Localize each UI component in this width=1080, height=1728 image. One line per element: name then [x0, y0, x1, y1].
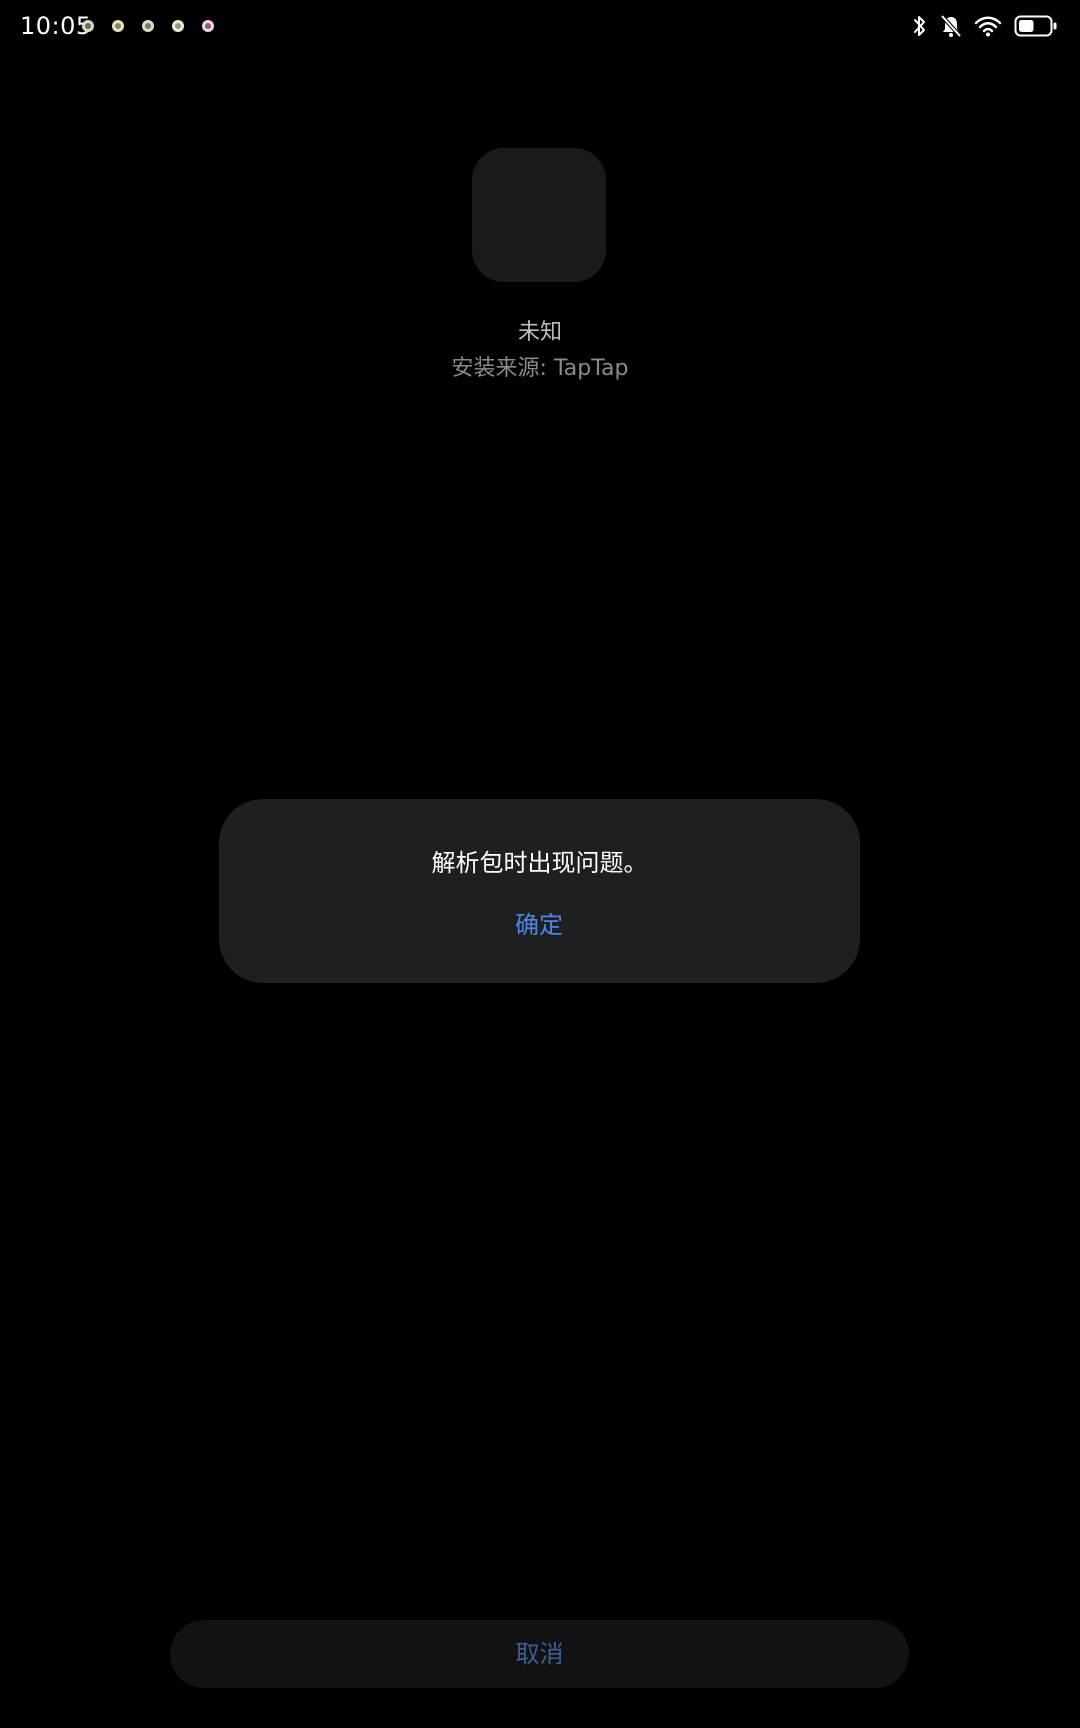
status-right-icons — [912, 14, 1058, 38]
installer-screen: 10:05 未知 安装来源: TapTap 解析包时出现问题。 确定 取消 — [0, 0, 1080, 1728]
status-bar: 10:05 — [0, 0, 1080, 56]
bluetooth-icon — [914, 16, 925, 36]
battery-icon — [1014, 15, 1057, 37]
dialog-message: 解析包时出现问题。 — [431, 849, 648, 877]
confirm-button[interactable]: 确定 — [439, 903, 639, 947]
app-icon — [472, 148, 606, 282]
wifi-icon — [974, 16, 1002, 37]
error-dialog: 解析包时出现问题。 确定 — [219, 799, 860, 983]
notification-icons — [80, 18, 216, 34]
app-notification-icon — [142, 20, 154, 32]
app-name: 未知 — [517, 320, 562, 345]
install-source: 安装来源: TapTap — [451, 356, 629, 381]
cancel-button[interactable]: 取消 — [170, 1620, 909, 1688]
app-notification-icon — [112, 20, 124, 32]
app-notification-icon — [202, 20, 214, 32]
bell-muted-icon — [940, 14, 962, 38]
app-notification-icon — [172, 20, 184, 32]
app-notification-icon — [82, 20, 94, 32]
